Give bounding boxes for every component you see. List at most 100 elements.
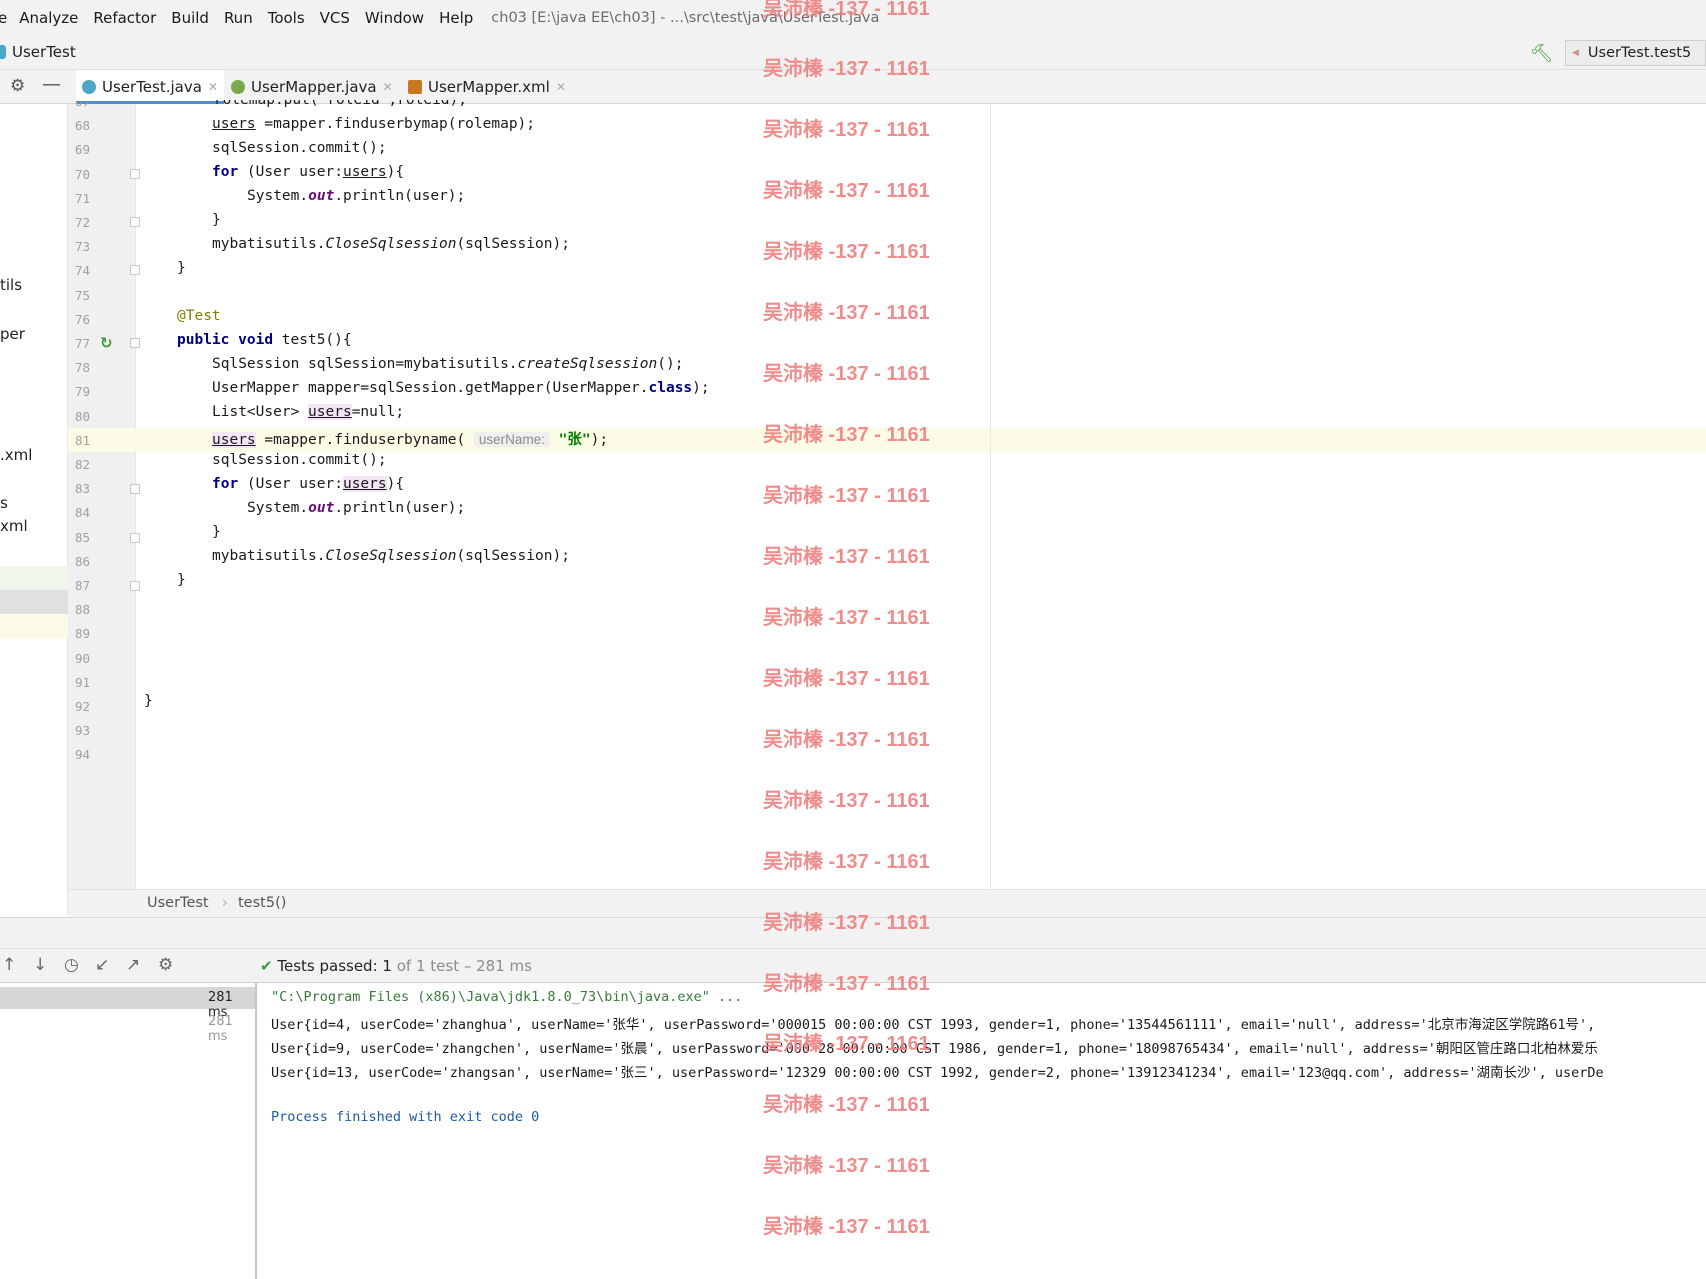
- fold-marker[interactable]: [130, 169, 140, 179]
- watermark-text: 吴沛榛 -137 - 1161: [763, 119, 930, 141]
- breadcrumb-class[interactable]: UserTest: [147, 895, 209, 911]
- run-config-icon: ◀: [1572, 48, 1579, 58]
- sidebar-item[interactable]: tils: [0, 276, 22, 294]
- menu-help[interactable]: Help: [439, 9, 473, 27]
- run-configuration-label: UserTest.test5: [1587, 45, 1692, 61]
- close-icon[interactable]: ✕: [208, 80, 218, 94]
- fold-marker[interactable]: [130, 581, 140, 591]
- line-number: 69: [74, 142, 90, 158]
- class-icon: [82, 80, 96, 94]
- line-number: 86: [74, 553, 90, 569]
- menu-refactor[interactable]: Refactor: [93, 9, 156, 27]
- code-text: System.: [247, 188, 309, 204]
- code-line-78: SqlSession sqlSession=mybatisutils.creat…: [212, 356, 683, 372]
- build-hammer-icon[interactable]: 🔨︎: [1530, 43, 1553, 64]
- fold-marker[interactable]: [130, 533, 140, 543]
- fold-marker[interactable]: [130, 484, 140, 494]
- watermark-text: 吴沛榛 -137 - 1161: [763, 607, 930, 629]
- sidebar-row-highlight: [0, 614, 68, 638]
- fold-marker[interactable]: [130, 265, 140, 275]
- line-number: 81: [74, 432, 90, 448]
- static-method: CloseSqlsession: [325, 236, 457, 252]
- sidebar-item[interactable]: xml: [0, 517, 28, 535]
- nav-crumb-label: UserTest: [12, 43, 76, 61]
- keyword: for: [212, 476, 239, 492]
- watermark-text: 吴沛榛 -137 - 1161: [763, 912, 930, 934]
- test-duration: 281 ms: [208, 1014, 233, 1044]
- sidebar-item[interactable]: per: [0, 325, 25, 343]
- close-icon[interactable]: ✕: [383, 80, 393, 94]
- string-literal: "张": [558, 432, 591, 448]
- code-line-81: users =mapper.finduserbyname( userName: …: [212, 428, 608, 449]
- gear-icon[interactable]: ⚙: [10, 76, 25, 96]
- console-output[interactable]: "C:\Program Files (x86)\Java\jdk1.8.0_73…: [259, 983, 1706, 1279]
- code-text: SqlSession sqlSession=mybatisutils.: [212, 356, 518, 372]
- close-icon[interactable]: ✕: [556, 80, 566, 94]
- fold-marker[interactable]: [130, 338, 140, 348]
- line-number: 75: [74, 287, 90, 303]
- history-icon[interactable]: ◷: [64, 955, 79, 975]
- line-number: 93: [74, 723, 90, 739]
- line-number: 87: [74, 578, 90, 593]
- menu-tools[interactable]: Tools: [268, 9, 305, 27]
- code-text: .println(user);: [334, 500, 466, 516]
- tab-label: UserMapper.java: [251, 78, 377, 96]
- line-number: 80: [74, 408, 90, 424]
- var-users: users: [308, 404, 352, 420]
- line-number: 78: [74, 360, 90, 376]
- console-line: "C:\Program Files (x86)\Java\jdk1.8.0_73…: [271, 989, 743, 1005]
- menu-vcs[interactable]: VCS: [320, 9, 350, 27]
- code-line-72: }: [212, 212, 221, 228]
- import-tests-icon[interactable]: ↙: [95, 955, 109, 975]
- code-text: (sqlSession);: [456, 548, 570, 564]
- tab-usertest-java[interactable]: UserTest.java ✕: [76, 70, 224, 105]
- line-number: 68: [74, 118, 90, 134]
- status-prefix: Tests passed:: [277, 957, 378, 975]
- run-configuration-selector[interactable]: ◀ UserTest.test5: [1565, 40, 1706, 66]
- code-text: mybatisutils.: [212, 548, 326, 564]
- code-line-83: for (User user:users){: [212, 476, 404, 492]
- code-text: =mapper.finduserbymap(rolemap);: [255, 116, 536, 132]
- nav-crumb[interactable]: UserTest: [0, 43, 76, 61]
- code-text: UserMapper mapper=sqlSession.getMapper(U…: [212, 380, 649, 396]
- gear-icon[interactable]: ⚙: [158, 955, 173, 975]
- sidebar-item[interactable]: .xml: [0, 446, 32, 464]
- hide-panel-icon[interactable]: —: [42, 73, 61, 95]
- status-count: 1: [382, 957, 392, 975]
- line-number: 82: [74, 457, 90, 472]
- menu-analyze[interactable]: Analyze: [19, 9, 78, 27]
- xml-icon: [408, 80, 422, 94]
- keyword: public: [177, 332, 230, 348]
- watermark-text: 吴沛榛 -137 - 1161: [763, 668, 930, 690]
- sidebar-item[interactable]: s: [0, 494, 8, 512]
- menu-run[interactable]: Run: [224, 9, 253, 27]
- code-text: System.: [247, 500, 309, 516]
- line-number: 72: [74, 215, 90, 230]
- code-line-85: }: [212, 524, 221, 540]
- class-icon: [0, 45, 6, 59]
- code-text: (sqlSession);: [456, 236, 570, 252]
- code-line-74: }: [177, 260, 186, 276]
- sidebar-row-selected: [0, 590, 68, 614]
- fold-marker[interactable]: [130, 217, 140, 227]
- arrow-up-icon[interactable]: ↑: [2, 955, 16, 975]
- console-line: User{id=13, userCode='zhangsan', userNam…: [271, 1065, 1604, 1081]
- test-tree: 281 ms 281 ms: [0, 983, 257, 1279]
- breadcrumb-method[interactable]: test5(): [238, 895, 286, 911]
- menu-build[interactable]: Build: [171, 9, 209, 27]
- run-test-icon[interactable]: ↻: [100, 334, 113, 352]
- watermark-text: 吴沛榛 -137 - 1161: [763, 241, 930, 263]
- arrow-down-icon[interactable]: ↓: [33, 955, 47, 975]
- watermark-text: 吴沛榛 -137 - 1161: [763, 729, 930, 751]
- tab-usermapper-java[interactable]: UserMapper.java ✕: [225, 70, 399, 104]
- export-tests-icon[interactable]: ↗: [126, 955, 140, 975]
- line-number: 73: [74, 239, 90, 255]
- console-line: Process finished with exit code 0: [271, 1109, 540, 1125]
- tab-usermapper-xml[interactable]: UserMapper.xml ✕: [402, 70, 572, 104]
- var-users: users: [212, 116, 256, 132]
- line-number: 92: [74, 699, 90, 714]
- watermark-text: 吴沛榛 -137 - 1161: [763, 485, 930, 507]
- menu-file-partial[interactable]: e: [0, 9, 7, 27]
- code-text: test5(){: [273, 332, 352, 348]
- menu-window[interactable]: Window: [365, 9, 424, 27]
